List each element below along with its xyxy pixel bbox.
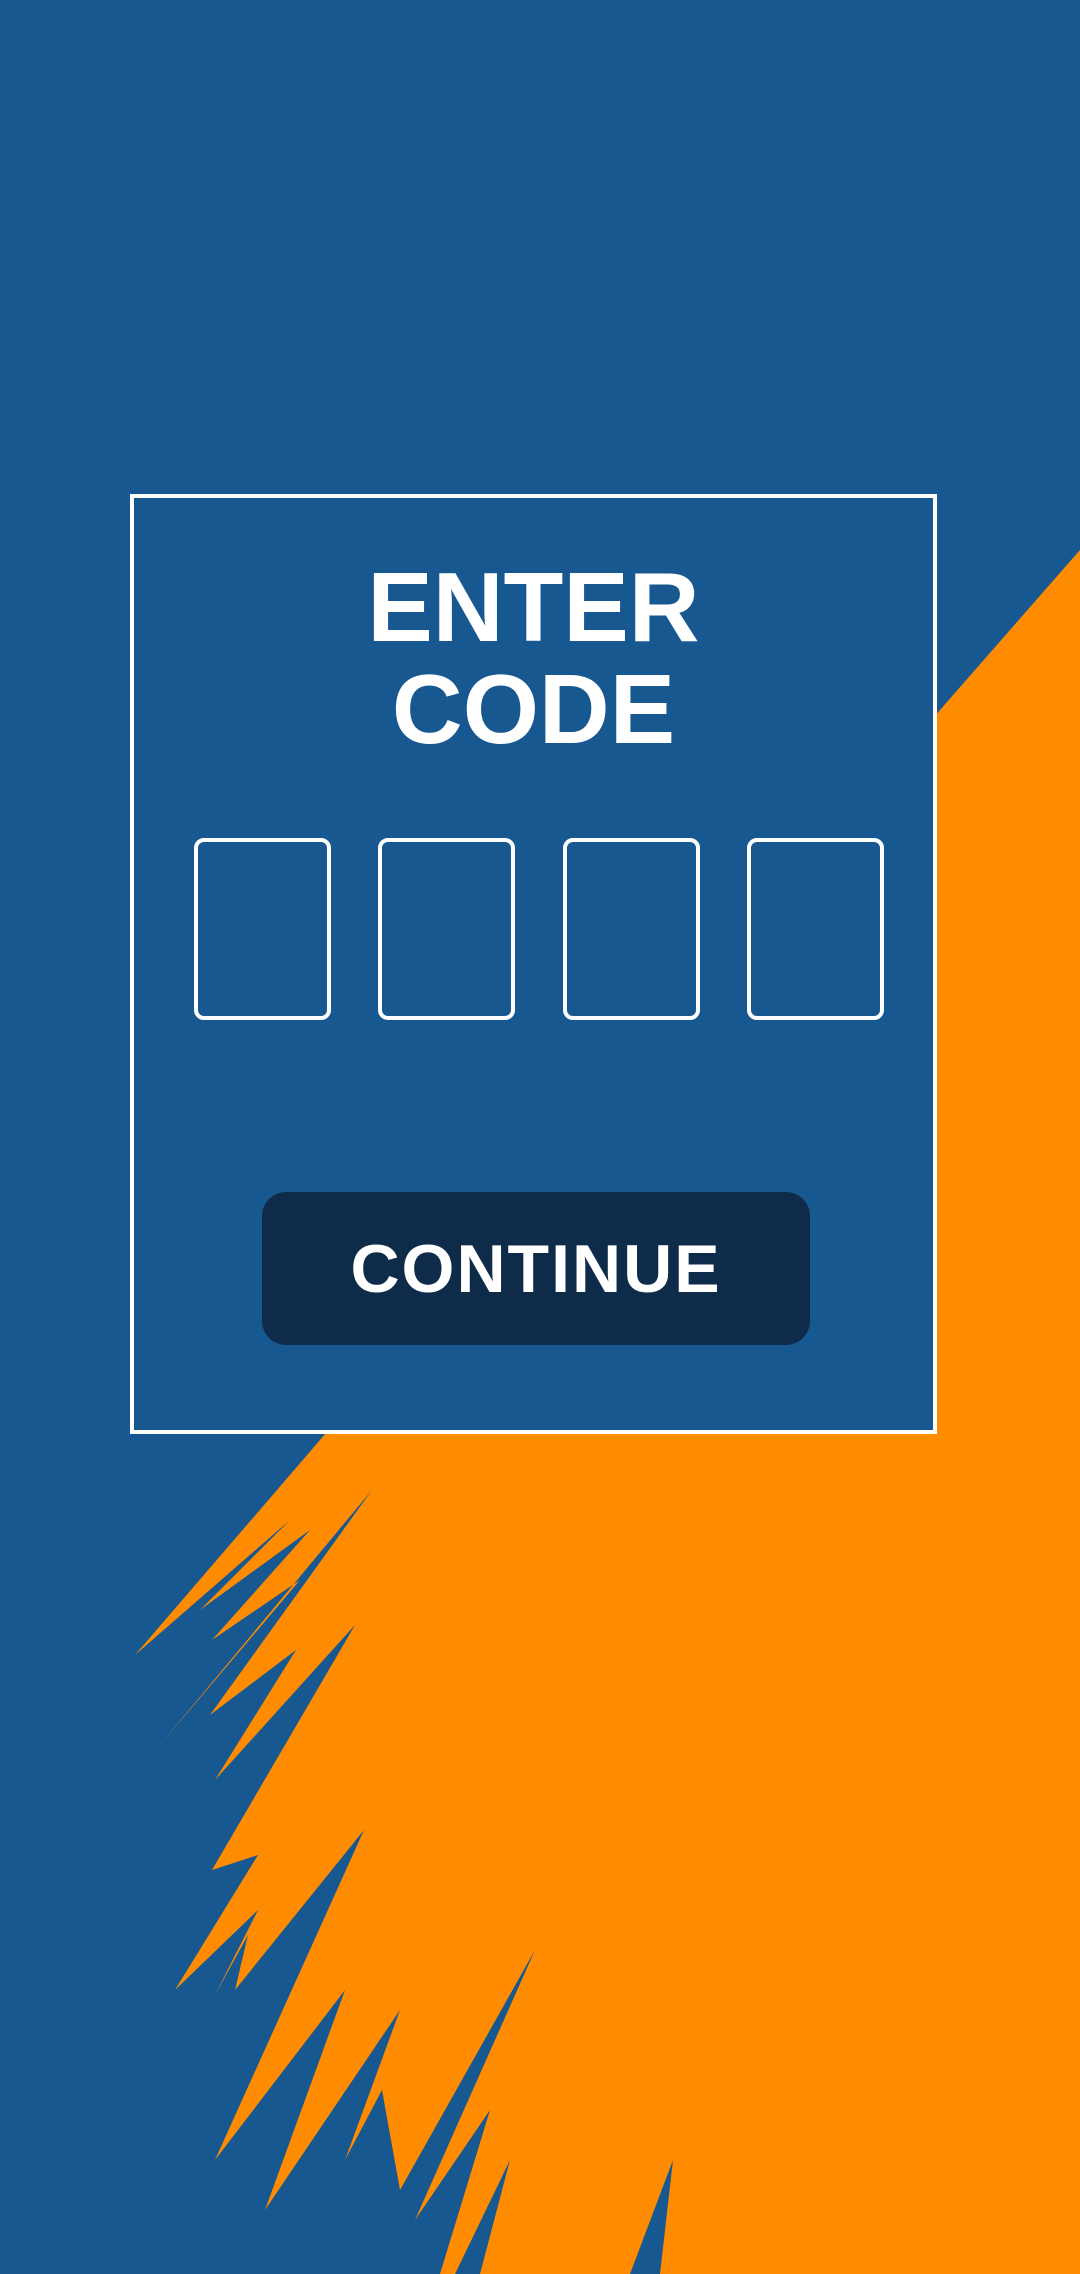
code-digit-2[interactable]: [378, 838, 516, 1020]
page-title: ENTER CODE: [134, 556, 933, 760]
continue-button[interactable]: CONTINUE: [262, 1192, 810, 1345]
code-digit-4[interactable]: [746, 838, 884, 1020]
title-line-2: CODE: [391, 654, 676, 764]
code-input-group: [194, 838, 884, 1020]
code-digit-1[interactable]: [194, 838, 331, 1020]
title-line-1: ENTER: [367, 552, 700, 662]
code-digit-3[interactable]: [562, 838, 700, 1020]
enter-code-card: ENTER CODE CONTINUE: [130, 494, 937, 1434]
